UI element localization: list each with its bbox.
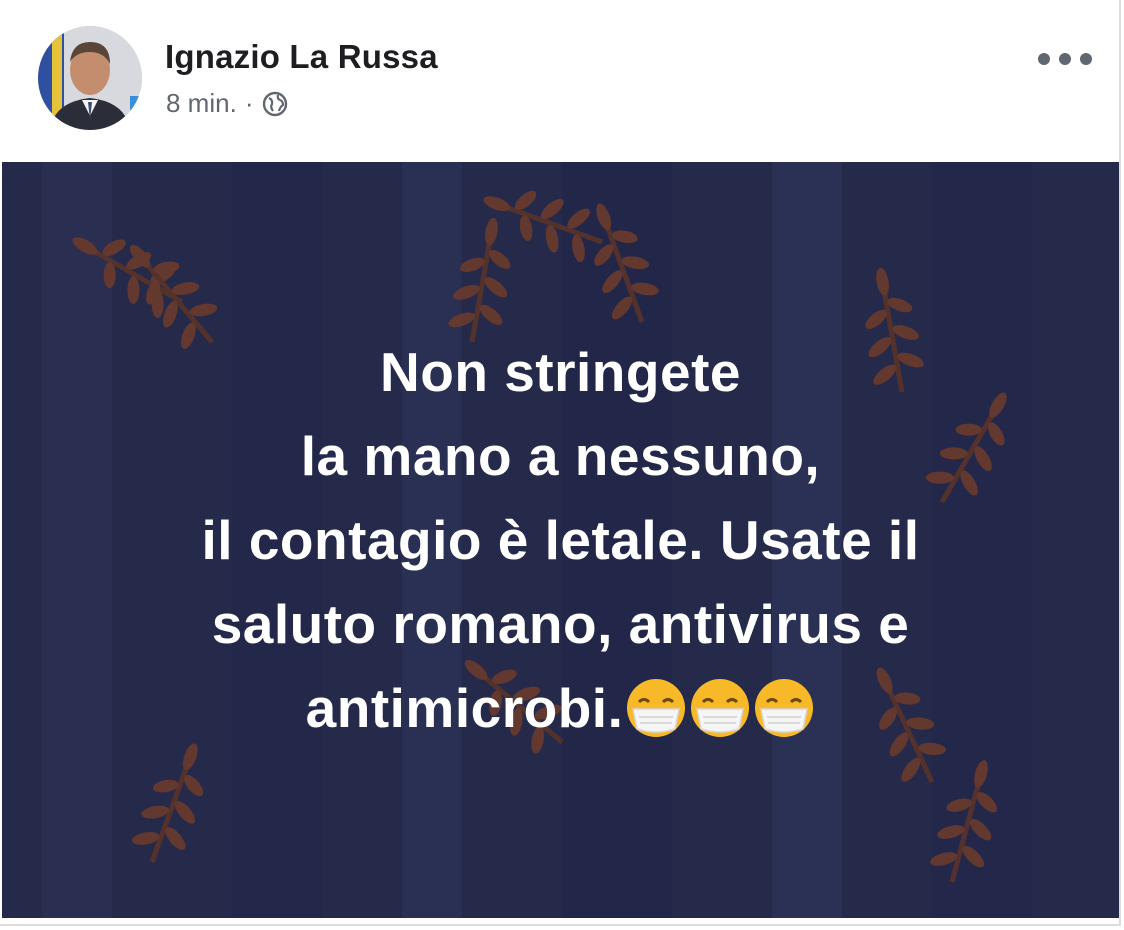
message-line-last: antimicrobi. xyxy=(2,666,1119,750)
more-dot xyxy=(1080,53,1092,65)
globe-icon xyxy=(261,90,289,118)
more-options-icon[interactable] xyxy=(1038,42,1092,76)
medical-mask-emoji-icon xyxy=(689,677,751,739)
medical-mask-emoji-icon xyxy=(625,677,687,739)
more-dot xyxy=(1038,53,1050,65)
author-avatar[interactable] xyxy=(38,26,142,130)
message-line: saluto romano, antivirus e xyxy=(211,593,910,655)
post-message: Non stringete la mano a nessuno, il cont… xyxy=(2,330,1119,750)
more-dot xyxy=(1059,53,1071,65)
medical-mask-emoji-icon xyxy=(753,677,815,739)
author-name[interactable]: Ignazio La Russa xyxy=(165,38,438,76)
post-time[interactable]: 8 min. xyxy=(166,88,237,119)
message-line: il contagio è letale. Usate il xyxy=(201,509,920,571)
post-card: Ignazio La Russa 8 min. · Non stringete … xyxy=(0,0,1121,926)
message-line-text: antimicrobi. xyxy=(305,677,624,739)
post-header: Ignazio La Russa 8 min. · xyxy=(0,0,1119,162)
message-line: Non stringete xyxy=(380,341,741,403)
post-meta: 8 min. · xyxy=(166,88,289,119)
meta-separator: · xyxy=(244,88,254,118)
message-line: la mano a nessuno, xyxy=(300,425,821,487)
post-background: Non stringete la mano a nessuno, il cont… xyxy=(2,162,1119,918)
